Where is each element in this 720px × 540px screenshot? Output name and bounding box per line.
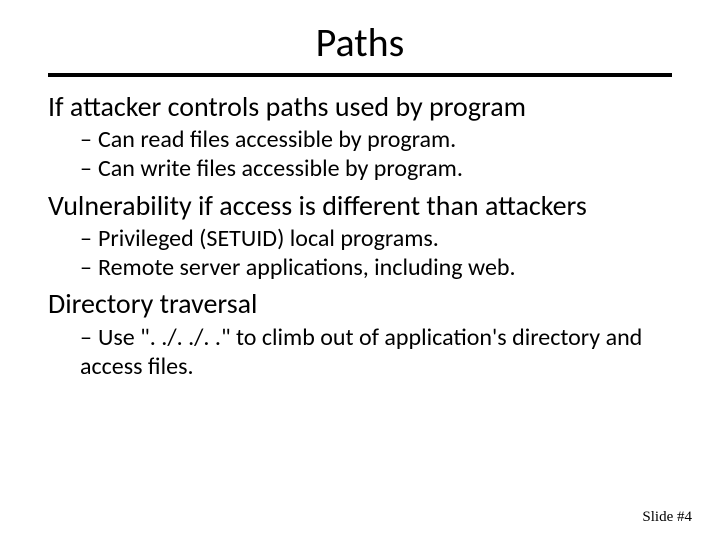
- dash-icon: –: [80, 154, 98, 183]
- section-heading-2: Vulnerability if access is different tha…: [48, 190, 672, 222]
- slide: Paths If attacker controls paths used by…: [0, 0, 720, 540]
- bullet-text: Can write files accessible by program.: [98, 154, 463, 183]
- dash-icon: –: [80, 253, 98, 282]
- bullet-text: Can read files accessible by program.: [98, 125, 456, 154]
- dash-icon: –: [80, 323, 98, 352]
- bullet-item: –Can read files accessible by program.: [80, 125, 672, 154]
- bullet-text: Use ". ./. ./. ." to climb out of applic…: [80, 323, 642, 381]
- title-divider: [48, 73, 672, 77]
- bullet-text: Privileged (SETUID) local programs.: [98, 224, 439, 253]
- dash-icon: –: [80, 224, 98, 253]
- bullet-item: –Can write files accessible by program.: [80, 154, 672, 183]
- bullet-item: –Use ". ./. ./. ." to climb out of appli…: [80, 323, 672, 382]
- section-heading-1: If attacker controls paths used by progr…: [48, 91, 672, 123]
- bullet-item: –Remote server applications, including w…: [80, 253, 672, 282]
- dash-icon: –: [80, 125, 98, 154]
- bullet-item: –Privileged (SETUID) local programs.: [80, 224, 672, 253]
- slide-title: Paths: [48, 18, 672, 67]
- section-heading-3: Directory traversal: [48, 288, 672, 320]
- bullet-text: Remote server applications, including we…: [98, 253, 516, 282]
- slide-number: Slide #4: [642, 509, 692, 526]
